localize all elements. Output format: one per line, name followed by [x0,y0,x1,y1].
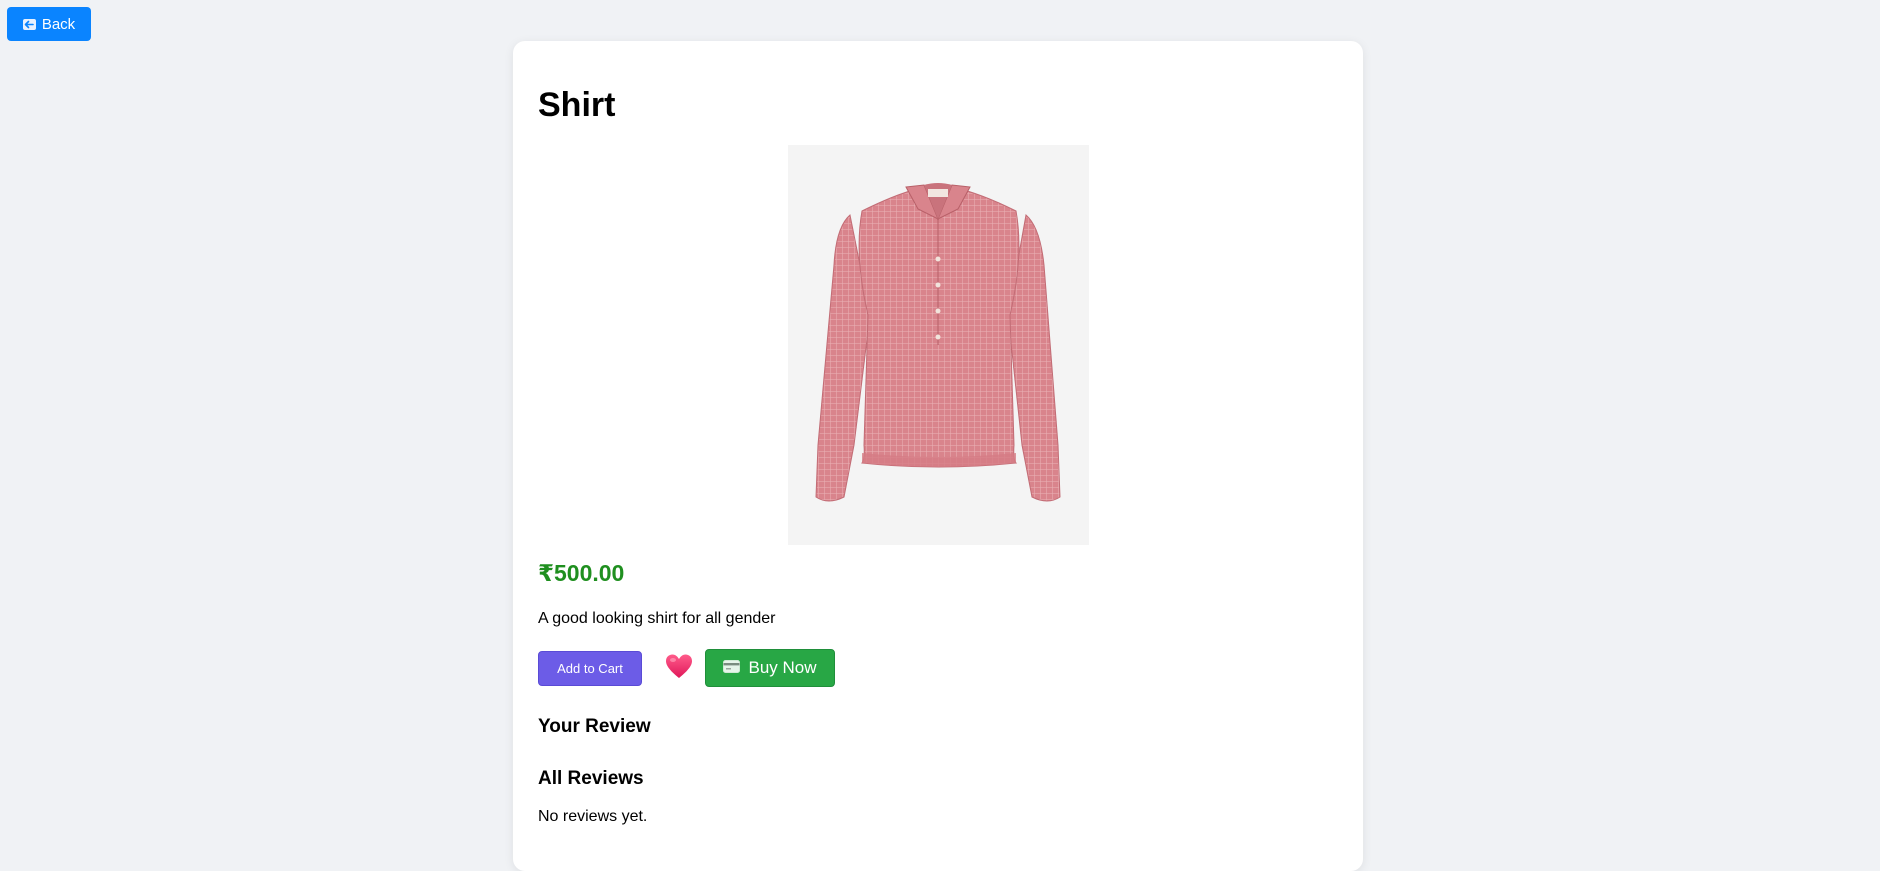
product-title: Shirt [538,86,616,124]
product-card: Shirt ₹500.00 A good looking shirt for a… [513,41,1363,871]
no-reviews-text: No reviews yet. [538,808,648,825]
add-to-cart-button[interactable]: Add to Cart [538,651,642,686]
buy-now-button[interactable]: Buy Now [705,649,835,687]
all-reviews-heading: All Reviews [538,768,644,789]
your-review-heading: Your Review [538,716,651,737]
buy-now-label: Buy Now [748,658,817,677]
back-button-label: Back [41,15,76,33]
product-price: ₹500.00 [538,560,625,586]
back-button[interactable]: Back [7,7,91,41]
arrow-left-icon [22,18,36,30]
product-description: A good looking shirt for all gender [538,610,776,627]
credit-card-icon [723,658,741,678]
product-image [788,145,1089,545]
heart-icon[interactable] [665,653,693,681]
